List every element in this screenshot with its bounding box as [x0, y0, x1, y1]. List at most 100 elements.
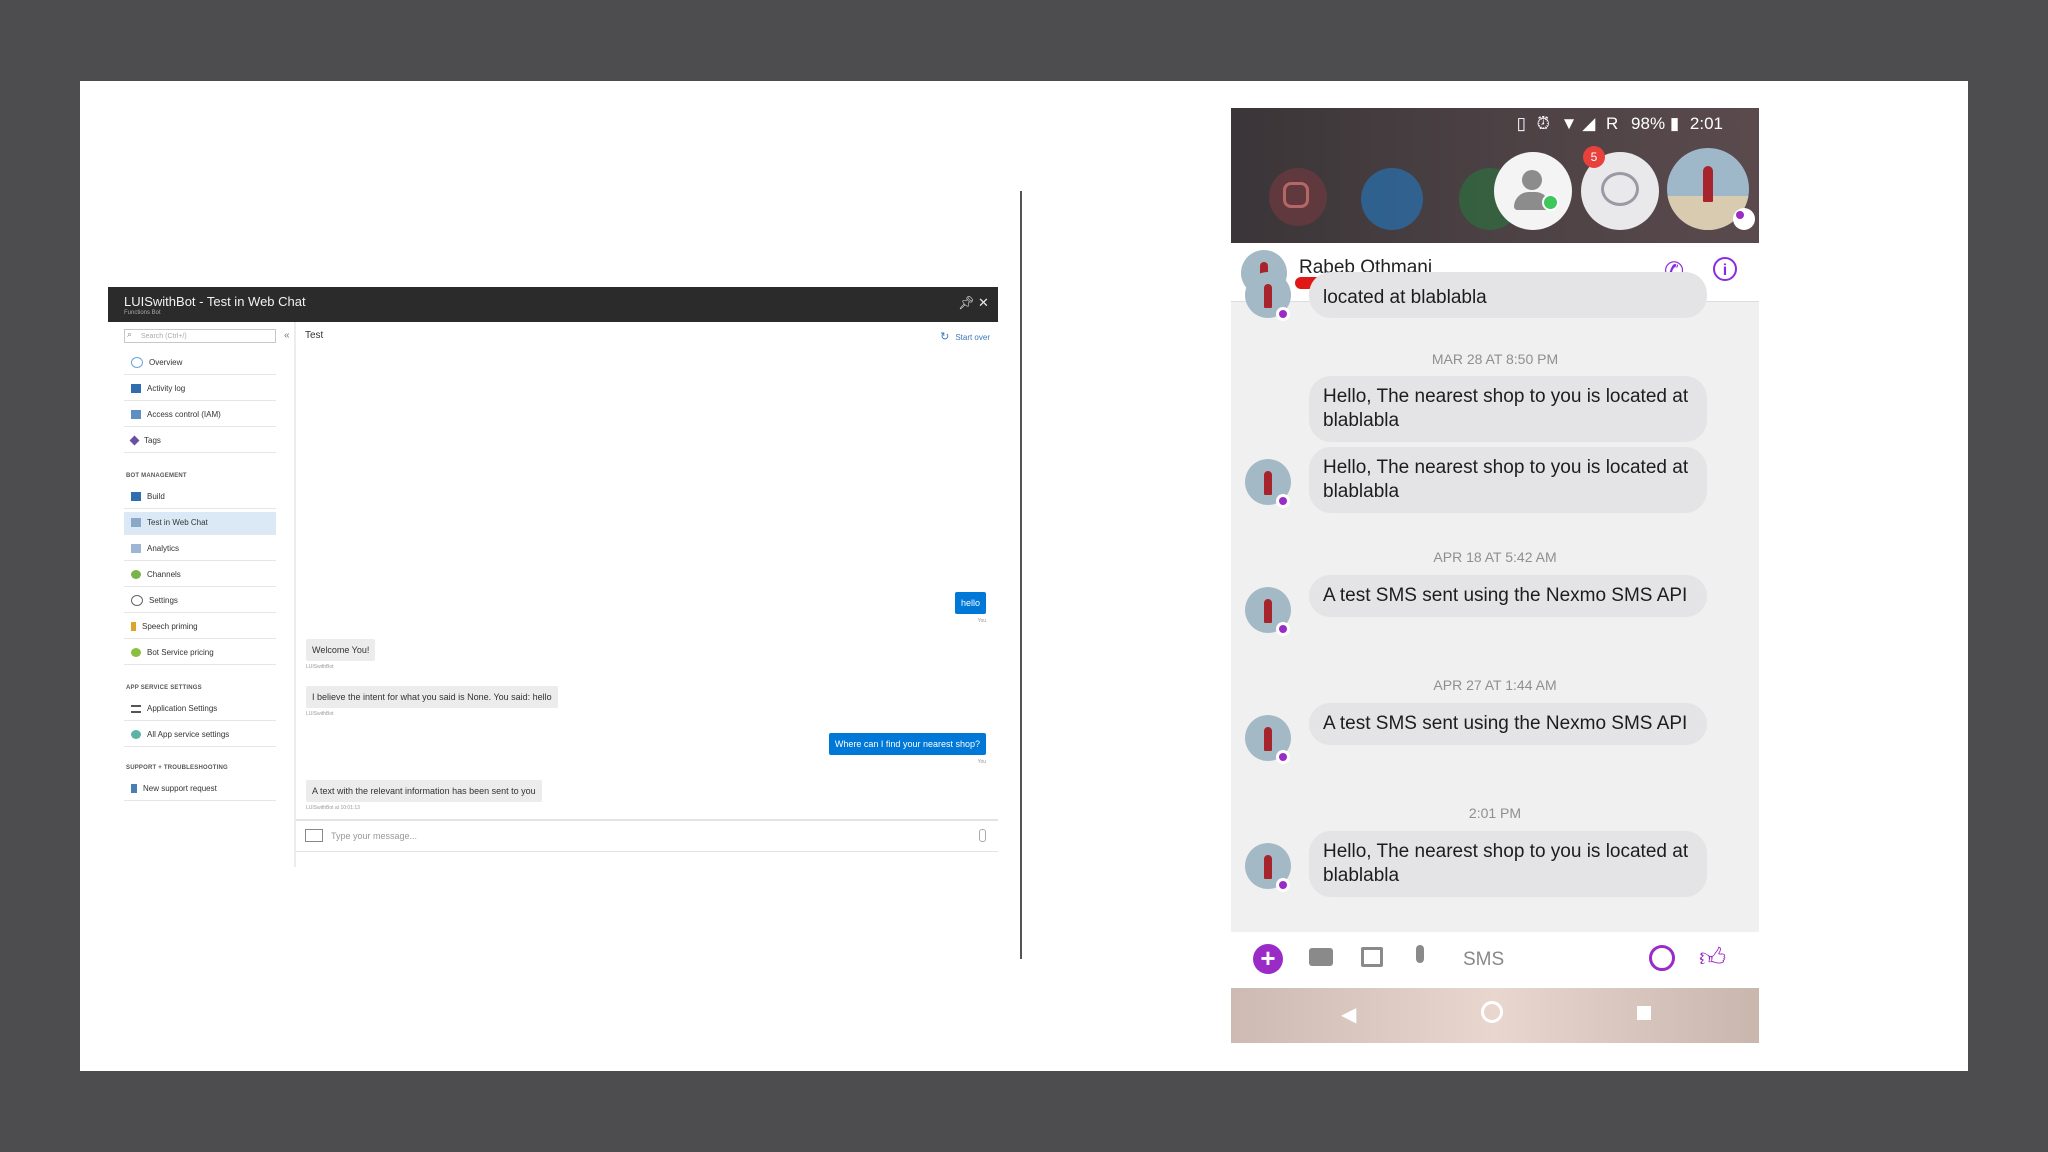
sidebar-item-label: Bot Service pricing — [147, 648, 214, 657]
sidebar-item-application-settings[interactable]: Application Settings — [124, 698, 276, 721]
thumbs-up-icon[interactable]: 👍︎ — [1699, 942, 1726, 973]
sidebar-item-build[interactable]: Build — [124, 486, 276, 509]
camera-icon[interactable] — [1309, 948, 1333, 966]
timestamp: APR 27 AT 1:44 AM — [1433, 677, 1557, 693]
message-bubble: Hello, The nearest shop to you is locate… — [1309, 447, 1707, 513]
home-icon[interactable] — [1481, 1001, 1503, 1023]
message-bubble: A test SMS sent using the Nexmo SMS API — [1309, 703, 1707, 745]
refresh-icon: ↻ — [940, 331, 950, 343]
collapse-sidebar-button[interactable]: « — [284, 330, 290, 341]
message-text: located at blablabla — [1323, 287, 1487, 308]
window-title: LUISwithBot - Test in Web Chat — [124, 294, 306, 309]
slide: LUISwithBot - Test in Web Chat Functions… — [80, 81, 1968, 1071]
composer-bar: + SMS 👍︎ — [1231, 932, 1759, 988]
messenger-badge-icon — [1276, 750, 1290, 764]
timestamp: APR 18 AT 5:42 AM — [1433, 549, 1557, 565]
twitter-icon[interactable] — [1361, 168, 1423, 230]
sidebar-item-speech-priming[interactable]: Speech priming — [124, 616, 276, 639]
vibrate-icon: ▯ — [1516, 114, 1526, 133]
sidebar-item-label: Test in Web Chat — [147, 518, 208, 527]
microphone-icon[interactable] — [1416, 945, 1424, 963]
timestamp: 2:01 PM — [1468, 805, 1522, 821]
build-icon — [131, 492, 141, 502]
sidebar-item-label: New support request — [143, 784, 217, 793]
message-meta: LUISwithBot — [306, 711, 334, 717]
messenger-badge-icon — [1276, 494, 1290, 508]
info-icon[interactable]: i — [1713, 257, 1737, 281]
alarm-icon: ⏰︎ — [1536, 114, 1550, 133]
activity-log-icon — [131, 384, 141, 394]
window-subtitle: Functions Bot — [124, 310, 161, 316]
azure-web-chat-window: LUISwithBot - Test in Web Chat Functions… — [108, 287, 998, 867]
sidebar-item-tags[interactable]: Tags — [124, 430, 276, 453]
instagram-icon[interactable] — [1269, 168, 1327, 226]
sidebar-item-all-app-service-settings[interactable]: All App service settings — [124, 724, 276, 747]
all-settings-icon — [131, 730, 141, 740]
recents-icon[interactable] — [1637, 1006, 1651, 1020]
messenger-badge-icon — [1276, 307, 1290, 321]
microphone-icon[interactable] — [979, 829, 986, 842]
image-upload-icon[interactable] — [305, 829, 323, 842]
message-bubble: Hello, The nearest shop to you is locate… — [1309, 831, 1707, 897]
message-meta: LUISwithBot — [306, 664, 334, 670]
signal-icon: ◢ — [1582, 114, 1596, 133]
sidebar-item-label: Overview — [149, 358, 183, 367]
settings-icon — [131, 595, 143, 607]
sidebar-item-label: Tags — [144, 436, 161, 445]
test-web-chat-icon — [131, 518, 141, 528]
sidebar-item-channels[interactable]: Channels — [124, 564, 276, 587]
message-input[interactable]: SMS — [1463, 942, 1663, 978]
sidebar-item-bot-service-pricing[interactable]: Bot Service pricing — [124, 642, 276, 665]
sidebar-item-label: Application Settings — [147, 704, 218, 713]
bot-message: I believe the intent for what you said i… — [306, 686, 558, 708]
user-message: Where can I find your nearest shop? — [828, 733, 986, 755]
sidebar-item-overview[interactable]: Overview — [124, 352, 276, 375]
sidebar-item-access-control[interactable]: Access control (IAM) — [124, 404, 276, 427]
sidebar-item-label: Settings — [149, 596, 178, 605]
sidebar-item-label: Speech priming — [142, 622, 198, 631]
pricing-icon — [131, 648, 141, 658]
analytics-icon — [131, 544, 141, 554]
android-nav-bar: ◀ — [1231, 988, 1759, 1043]
search-input[interactable]: Search (Ctrl+/) — [124, 329, 276, 343]
messenger-badge-icon — [1733, 208, 1755, 230]
status-bar: ▯ ⏰︎ ▼ ◢ R 98% ▮ 2:01 — [1517, 114, 1723, 134]
sidebar-item-activity-log[interactable]: Activity log — [124, 378, 276, 401]
messenger-badge-icon — [1276, 622, 1290, 636]
speech-priming-icon — [131, 622, 136, 632]
chat-header: Test — [305, 330, 324, 341]
timestamp: MAR 28 AT 8:50 PM — [1431, 351, 1559, 367]
wifi-icon: ▼ — [1560, 114, 1578, 133]
sidebar: ⌕ Search (Ctrl+/) « Overview Activity lo… — [108, 322, 290, 867]
message-bubble: Hello, The nearest shop to you is locate… — [1309, 376, 1707, 442]
message-thread: located at blablabla MAR 28 AT 8:50 PM H… — [1231, 272, 1759, 932]
start-over-button[interactable]: ↻ Start over — [940, 330, 990, 343]
back-icon[interactable]: ◀ — [1341, 1002, 1356, 1027]
sidebar-item-analytics[interactable]: Analytics — [124, 538, 276, 561]
battery-icon: ▮ — [1669, 114, 1680, 133]
message-meta: You — [977, 618, 986, 624]
sidebar-item-label: Analytics — [147, 544, 180, 553]
add-icon[interactable]: + — [1253, 944, 1283, 974]
app-settings-icon — [131, 704, 141, 713]
web-chat-panel: Test ↻ Start over hello You Welcome You! … — [296, 322, 998, 867]
sidebar-item-test-in-web-chat[interactable]: Test in Web Chat — [124, 512, 276, 535]
gallery-icon[interactable] — [1361, 947, 1383, 967]
emoji-icon[interactable] — [1649, 945, 1675, 971]
close-icon[interactable]: ✕ — [978, 295, 989, 311]
contacts-chathead-icon[interactable] — [1494, 152, 1572, 230]
battery-percent: 98% — [1631, 114, 1666, 133]
phone-wallpaper-top: ▯ ⏰︎ ▼ ◢ R 98% ▮ 2:01 5 — [1231, 108, 1759, 243]
section-header-app-service-settings: APP SERVICE SETTINGS — [126, 685, 202, 691]
message-input[interactable]: Type your message... — [331, 831, 417, 841]
section-header-support: SUPPORT + TROUBLESHOOTING — [126, 765, 228, 771]
pin-icon[interactable]: 📌︎ — [958, 295, 975, 311]
message-input-bar: Type your message... — [296, 819, 998, 852]
bot-message: Welcome You! — [306, 639, 376, 661]
notification-badge: 5 — [1583, 146, 1605, 168]
message-bubble: located at blablabla — [1309, 272, 1707, 318]
divider-line — [1020, 191, 1022, 959]
sidebar-item-new-support-request[interactable]: New support request — [124, 778, 276, 801]
sidebar-item-settings[interactable]: Settings — [124, 590, 276, 613]
overview-icon — [131, 357, 143, 369]
